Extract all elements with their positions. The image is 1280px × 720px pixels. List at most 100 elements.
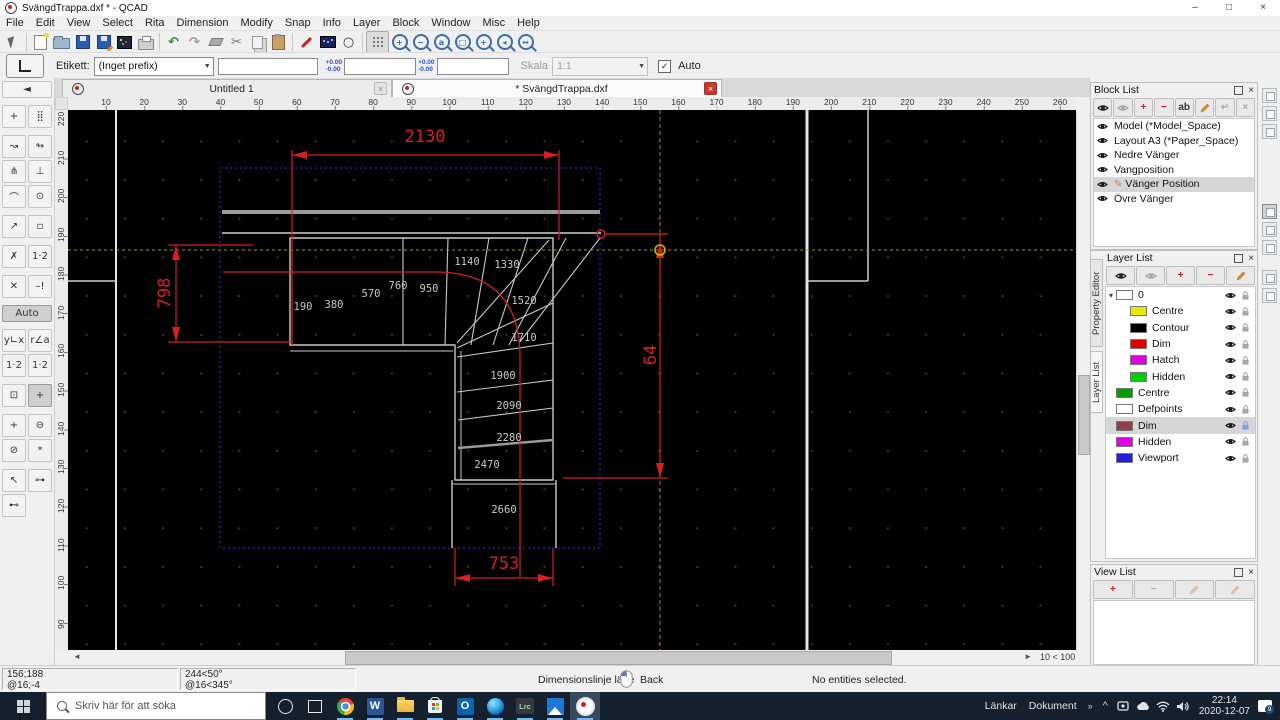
restore-button[interactable]: □ (1212, 0, 1246, 16)
dock-toggle-button-3[interactable] (1262, 124, 1277, 139)
auto-zoom-button[interactable]: a (431, 32, 452, 52)
scale-select[interactable]: 1:1 ▼ (552, 56, 649, 76)
snap-endpoints-button[interactable]: ↝ (2, 135, 26, 158)
tab-close-icon[interactable]: × (374, 82, 387, 95)
show-all-layers-button[interactable] (1106, 266, 1135, 285)
layer-row[interactable]: ▾ 0 (1106, 287, 1255, 303)
tab-property-editor[interactable]: Property Editor (1090, 259, 1103, 347)
insert-block-button[interactable]: ↵ (1215, 98, 1235, 117)
layer-row[interactable]: Hatch (1106, 352, 1255, 368)
remove-layer-button[interactable]: − (1196, 266, 1225, 285)
pen-color-button[interactable] (296, 32, 317, 52)
menu-layer[interactable]: Layer (347, 16, 387, 30)
coord-cartesian-button[interactable]: y∟x (2, 329, 26, 352)
taskbar-search[interactable]: Skriv här för att söka (46, 692, 266, 720)
onedrive-icon[interactable] (1133, 692, 1153, 720)
document-tab-1[interactable]: Untitled 1 × (62, 79, 392, 97)
close-button[interactable]: × (1246, 0, 1280, 16)
menu-block[interactable]: Block (386, 16, 425, 30)
snap-free-button[interactable]: + (2, 105, 26, 128)
taskbar-app-qcad[interactable] (570, 692, 600, 720)
zoom-out-button[interactable]: − (410, 32, 431, 52)
paste-button[interactable] (268, 32, 289, 52)
undo-button[interactable]: ↶ (163, 32, 184, 52)
layer-row[interactable]: Hidden (1106, 368, 1255, 384)
layer-row[interactable]: Defpoints (1106, 401, 1255, 417)
menu-misc[interactable]: Misc (477, 16, 512, 30)
dock-toggle-button-6[interactable] (1262, 240, 1277, 255)
taskbar-app-outlook[interactable]: O (450, 692, 480, 720)
snap-intersection-manual-button[interactable]: ✕ (2, 275, 26, 298)
open-file-button[interactable] (51, 32, 72, 52)
minimize-button[interactable]: – (1178, 0, 1212, 16)
tab-close-icon[interactable]: × (704, 82, 717, 95)
layer-row[interactable]: Centre (1106, 385, 1255, 401)
dock-toggle-button-2[interactable] (1262, 106, 1277, 121)
taskbar-clock[interactable]: 22:14 2020-12-07 (1193, 695, 1256, 717)
show-all-button[interactable] (1093, 98, 1113, 117)
dock-toggle-button-8[interactable] (1262, 288, 1277, 303)
layer-row[interactable]: Dim (1106, 417, 1255, 434)
snap-intersection-button[interactable]: ⋔ (2, 160, 26, 183)
bitmap-export-button[interactable] (114, 32, 135, 52)
layer-row[interactable]: Dim (1106, 336, 1255, 352)
block-row[interactable]: Layout A3 (*Paper_Space) (1094, 134, 1254, 149)
dock-toggle-button-7[interactable] (1262, 270, 1277, 285)
block-row[interactable]: ✎ Vänger Position (1094, 177, 1254, 192)
remove-block-button[interactable]: − (1154, 98, 1174, 117)
menu-snap[interactable]: Snap (279, 16, 317, 30)
snap-auto-button[interactable]: ✗ (2, 245, 26, 268)
snap-middle-button[interactable]: ↗ (2, 215, 26, 238)
wifi-icon[interactable] (1153, 692, 1173, 720)
start-button[interactable] (0, 692, 46, 720)
taskbar-app-lrc[interactable]: Lrc (510, 692, 540, 720)
print-preview-button[interactable] (135, 32, 156, 52)
layer-row[interactable]: Centre (1106, 303, 1255, 319)
dock-toggle-button-5[interactable] (1262, 222, 1277, 237)
volume-icon[interactable] (1173, 692, 1193, 720)
snap-distance-button[interactable]: 1·2 (28, 245, 52, 268)
restrict-both-button[interactable]: + (2, 414, 26, 437)
taskbar-app-word[interactable]: W (360, 692, 390, 720)
restore-view-button[interactable] (1215, 580, 1255, 599)
tray-links[interactable]: Länkar (979, 700, 1023, 712)
set-relative-zero-button[interactable]: ⊷ (2, 494, 26, 517)
horizontal-scrollbar-thumb[interactable] (345, 651, 892, 665)
rename-block-button[interactable]: ab (1174, 98, 1194, 117)
tray-documents[interactable]: Dokument (1023, 700, 1083, 712)
taskbar-app-photos[interactable] (540, 692, 570, 720)
zoom-previous-button[interactable]: ◂ (494, 32, 515, 52)
document-tab-2[interactable]: * SvängdTrappa.dxf × (392, 79, 722, 97)
drawing-preferences-button[interactable] (317, 32, 338, 52)
save-button[interactable] (72, 32, 93, 52)
layer-row[interactable]: Hidden (1106, 434, 1255, 450)
back-button[interactable]: ◄ (2, 81, 52, 98)
scroll-right-icon[interactable]: ► (1024, 652, 1032, 661)
auto-snap-button[interactable]: Auto (2, 305, 52, 322)
edit-view-button[interactable] (1174, 580, 1215, 599)
add-view-button[interactable]: + (1093, 580, 1133, 599)
float-icon[interactable] (1234, 253, 1244, 263)
menu-dimension[interactable]: Dimension (171, 16, 235, 30)
pan-zoom-button[interactable]: ↔ (515, 32, 536, 52)
snap-tangential-button[interactable]: ⌒ (2, 185, 26, 208)
taskbar-app-edge[interactable] (480, 692, 510, 720)
grid-toggle-button[interactable] (366, 31, 389, 53)
float-icon[interactable] (1234, 567, 1244, 577)
new-file-button[interactable] (30, 32, 51, 52)
drawing-canvas[interactable]: 190 380 570 760 950 1140 1330 1520 1710 1900 2090 2… (68, 110, 1076, 650)
dock-toggle-button-1[interactable] (1262, 88, 1277, 103)
save-as-button[interactable] (93, 32, 114, 52)
pick-coordinate-button[interactable]: ↖ (2, 469, 26, 492)
float-icon[interactable] (1234, 85, 1244, 95)
dock-toggle-button-4[interactable] (1262, 204, 1277, 219)
coord-relative-button[interactable]: 1·2 (2, 354, 26, 377)
edit-block-button[interactable] (1194, 98, 1215, 117)
copy-button[interactable] (247, 32, 268, 52)
menu-view[interactable]: View (61, 16, 97, 30)
edit-layer-button[interactable] (1226, 266, 1255, 285)
taskbar-app-task-view[interactable] (300, 692, 330, 720)
auto-checkbox[interactable]: ✓ (658, 59, 672, 73)
add-block-button[interactable]: + (1133, 98, 1154, 117)
restrict-vertical-button[interactable]: ⊘ (2, 439, 26, 462)
